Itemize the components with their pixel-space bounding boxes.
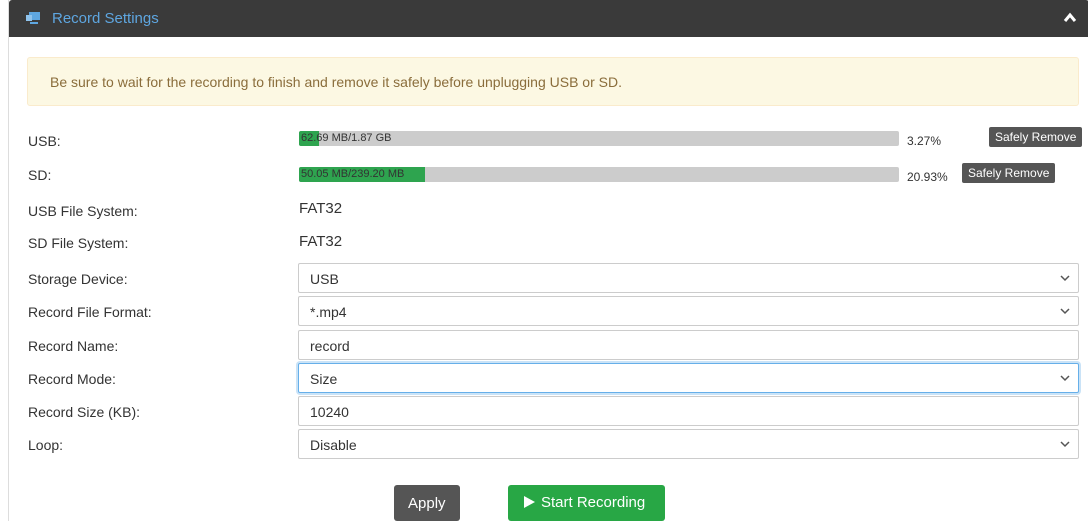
monitor-icon xyxy=(26,12,40,24)
chevron-down-icon xyxy=(1060,275,1070,282)
record-mode-label: Record Mode: xyxy=(28,371,116,387)
record-size-input[interactable]: 10240 xyxy=(298,396,1079,426)
usb-label: USB: xyxy=(28,133,61,149)
warning-alert: Be sure to wait for the recording to fin… xyxy=(27,57,1079,106)
sd-file-system-value: FAT32 xyxy=(299,233,343,250)
alert-text: Be sure to wait for the recording to fin… xyxy=(50,74,622,90)
record-mode-value: Size xyxy=(310,371,338,387)
record-mode-select[interactable]: Size xyxy=(298,363,1079,393)
sd-safely-remove-button[interactable]: Safely Remove xyxy=(962,163,1056,183)
record-name-value: record xyxy=(310,338,350,354)
record-file-format-select[interactable]: *.mp4 xyxy=(298,296,1079,326)
sd-usage-text: 50.05 MB/239.20 MB xyxy=(301,168,405,180)
storage-device-label: Storage Device: xyxy=(28,271,128,287)
chevron-down-icon xyxy=(1060,375,1070,382)
record-size-value: 10240 xyxy=(310,404,349,420)
usb-usage-text: 62.69 MB/1.87 GB xyxy=(301,132,392,144)
chevron-up-icon[interactable] xyxy=(1063,11,1077,25)
start-recording-button[interactable]: Start Recording xyxy=(508,485,665,521)
storage-device-select[interactable]: USB xyxy=(298,263,1079,293)
record-name-label: Record Name: xyxy=(28,338,119,354)
record-file-format-label: Record File Format: xyxy=(28,304,152,320)
sd-label: SD: xyxy=(28,167,52,183)
sd-progress-bar: 50.05 MB/239.20 MB xyxy=(299,167,899,182)
usb-file-system-value: FAT32 xyxy=(299,200,343,217)
play-icon xyxy=(524,496,535,508)
record-size-label: Record Size (KB): xyxy=(28,404,141,420)
loop-value: Disable xyxy=(310,437,357,453)
usb-progress-bar: 62.69 MB/1.87 GB xyxy=(299,131,899,146)
panel-title: Record Settings xyxy=(52,10,159,27)
loop-label: Loop: xyxy=(28,437,64,453)
sd-percent: 20.93% xyxy=(907,170,948,184)
chevron-down-icon xyxy=(1060,308,1070,315)
sd-file-system-label: SD File System: xyxy=(28,235,129,251)
storage-device-value: USB xyxy=(310,271,339,287)
start-recording-label: Start Recording xyxy=(541,494,646,511)
chevron-down-icon xyxy=(1060,441,1070,448)
loop-select[interactable]: Disable xyxy=(298,429,1079,459)
record-name-input[interactable]: record xyxy=(298,330,1079,360)
usb-percent: 3.27% xyxy=(907,134,942,148)
usb-file-system-label: USB File System: xyxy=(28,203,138,219)
record-settings-panel: Record Settings Be sure to wait for the … xyxy=(8,0,1088,521)
usb-safely-remove-button[interactable]: Safely Remove xyxy=(989,127,1083,147)
panel-header[interactable]: Record Settings xyxy=(9,0,1088,37)
record-file-format-value: *.mp4 xyxy=(310,304,347,320)
apply-button[interactable]: Apply xyxy=(394,485,460,521)
